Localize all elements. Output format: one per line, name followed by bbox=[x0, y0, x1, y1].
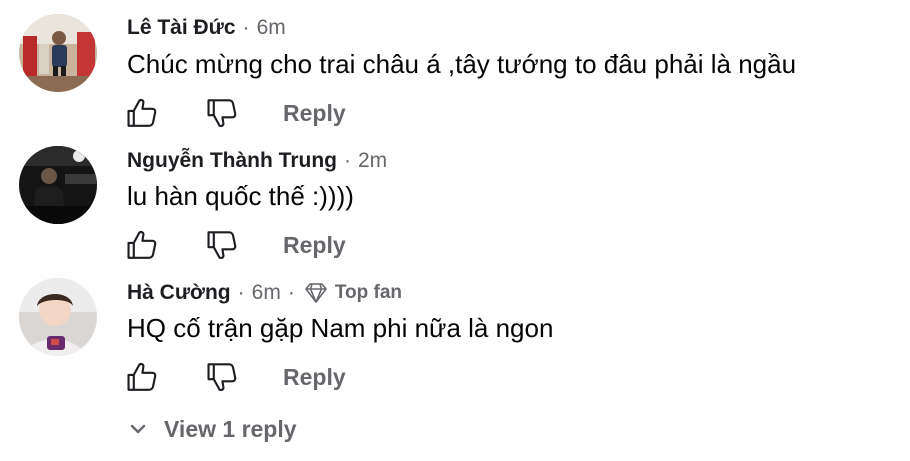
thumbs-up-icon[interactable] bbox=[125, 360, 159, 394]
comment-item: Nguyễn Thành Trung · 2m lu hàn quốc thế … bbox=[0, 140, 910, 272]
avatar[interactable] bbox=[19, 14, 97, 92]
thumbs-up-icon[interactable] bbox=[125, 96, 159, 130]
timestamp[interactable]: 6m bbox=[252, 281, 281, 305]
reply-button[interactable]: Reply bbox=[283, 364, 346, 391]
separator: · bbox=[287, 281, 295, 304]
comment-meta: Hà Cường · 6m · Top fan bbox=[127, 278, 402, 308]
separator: · bbox=[242, 16, 250, 39]
avatar[interactable] bbox=[19, 278, 97, 356]
separator: · bbox=[237, 281, 245, 304]
top-fan-label: Top fan bbox=[334, 282, 403, 303]
reply-button[interactable]: Reply bbox=[283, 232, 346, 259]
view-replies-label: View 1 reply bbox=[164, 415, 297, 442]
chevron-down-icon bbox=[130, 424, 146, 434]
thumbs-down-icon[interactable] bbox=[205, 228, 239, 262]
reply-button[interactable]: Reply bbox=[283, 100, 346, 127]
separator: · bbox=[344, 149, 351, 172]
diamond-icon bbox=[305, 283, 327, 303]
thumbs-up-icon[interactable] bbox=[125, 228, 159, 262]
author-name[interactable]: Lê Tài Đức bbox=[127, 16, 236, 40]
thumbs-down-icon[interactable] bbox=[205, 96, 239, 130]
timestamp[interactable]: 6m bbox=[257, 16, 286, 40]
thumbs-down-icon[interactable] bbox=[205, 360, 239, 394]
comment-meta: Lê Tài Đức · 6m bbox=[127, 13, 286, 43]
comment-actions: Reply bbox=[125, 359, 346, 395]
author-name[interactable]: Nguyễn Thành Trung bbox=[127, 149, 337, 173]
comment-text: HQ cố trận gặp Nam phi nữa là ngon bbox=[127, 313, 554, 343]
comment-meta: Nguyễn Thành Trung · 2m bbox=[127, 146, 387, 176]
comment-item: Hà Cường · 6m · Top fan HQ cố trận gặp N… bbox=[0, 272, 910, 412]
author-name[interactable]: Hà Cường bbox=[127, 281, 231, 305]
comment-actions: Reply bbox=[125, 95, 346, 131]
top-fan-badge: Top fan bbox=[304, 282, 402, 304]
avatar[interactable] bbox=[19, 146, 97, 224]
comment-item: Lê Tài Đức · 6m Chúc mừng cho trai châu … bbox=[0, 0, 910, 140]
timestamp[interactable]: 2m bbox=[358, 149, 387, 173]
view-replies-button[interactable]: View 1 reply bbox=[128, 412, 297, 446]
comment-text: lu hàn quốc thế :)))) bbox=[127, 181, 354, 211]
comment-actions: Reply bbox=[125, 227, 346, 263]
comment-text: Chúc mừng cho trai châu á ,tây tướng to … bbox=[127, 49, 797, 79]
